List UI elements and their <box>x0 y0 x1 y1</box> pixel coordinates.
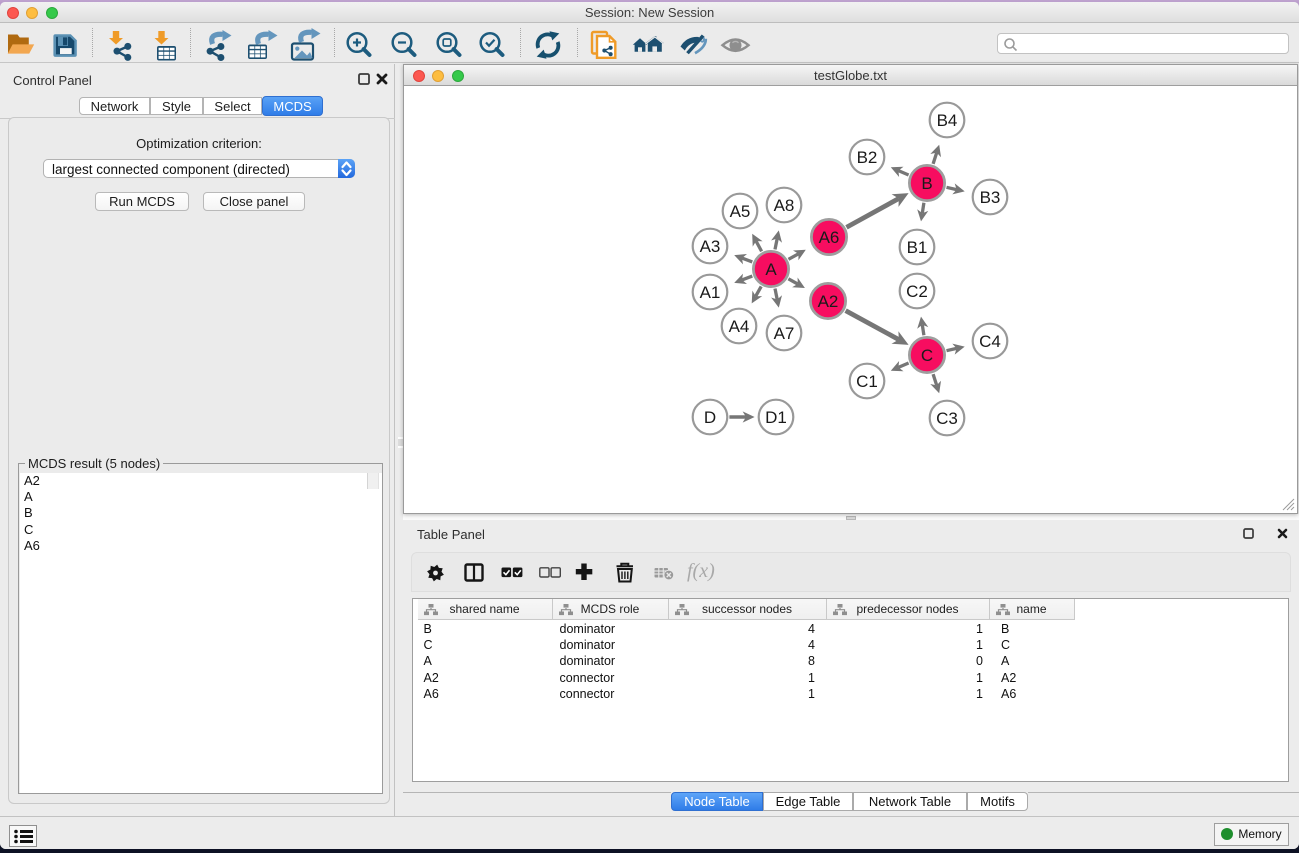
svg-text:A1: A1 <box>700 283 721 302</box>
svg-text:C2: C2 <box>906 282 928 301</box>
svg-text:B4: B4 <box>937 111 958 130</box>
svg-text:A3: A3 <box>700 237 721 256</box>
svg-text:B3: B3 <box>980 188 1001 207</box>
svg-text:A2: A2 <box>818 292 839 311</box>
svg-text:A7: A7 <box>774 324 795 343</box>
svg-text:D1: D1 <box>765 408 787 427</box>
svg-text:A: A <box>765 260 777 279</box>
svg-text:B1: B1 <box>907 238 928 257</box>
svg-text:C: C <box>921 346 933 365</box>
svg-text:D: D <box>704 408 716 427</box>
svg-text:C3: C3 <box>936 409 958 428</box>
svg-text:A8: A8 <box>774 196 795 215</box>
svg-text:B2: B2 <box>857 148 878 167</box>
svg-text:A5: A5 <box>730 202 751 221</box>
svg-text:C4: C4 <box>979 332 1001 351</box>
svg-text:A6: A6 <box>819 228 840 247</box>
svg-text:B: B <box>921 174 932 193</box>
svg-text:A4: A4 <box>729 317 750 336</box>
svg-text:C1: C1 <box>856 372 878 391</box>
